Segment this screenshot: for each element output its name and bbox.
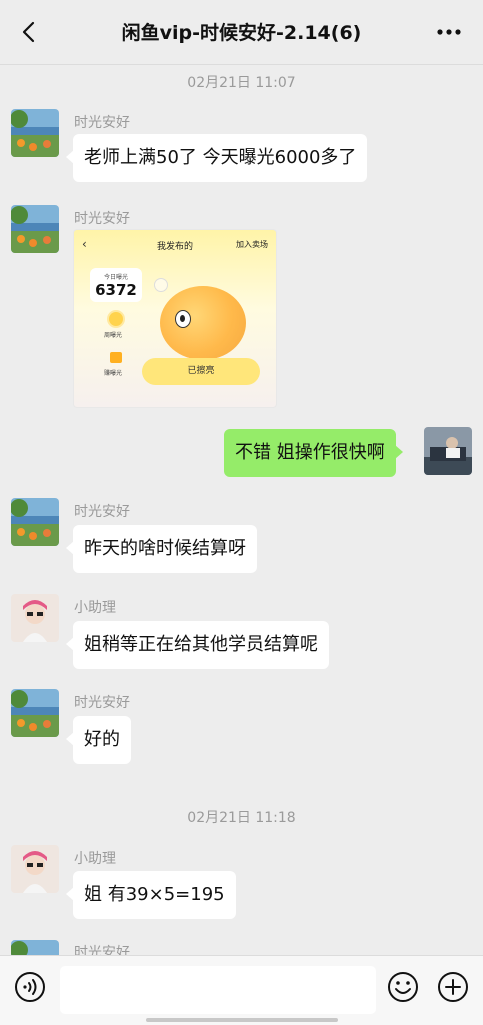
sender-name: 小助理 — [74, 851, 116, 867]
sender-name: 小助理 — [74, 600, 116, 616]
shot-card-value: 6372 — [95, 281, 137, 299]
message-bubble[interactable]: 昨天的啥时候结算呀 — [66, 525, 257, 573]
shot-coin-label: 周曝光 — [104, 332, 123, 339]
sender-name: 时光安好 — [74, 211, 130, 227]
sender-name: 时光安好 — [74, 115, 130, 131]
sender-name: 时光安好 — [74, 504, 130, 520]
gift-icon — [110, 352, 122, 363]
bubble-icon — [154, 278, 168, 292]
shot-join-label: 加入卖场 — [236, 240, 268, 249]
avatar-shiguang[interactable] — [11, 689, 59, 737]
avatar-image — [11, 205, 59, 253]
avatar-image — [424, 427, 472, 475]
shot-exposure-card: 今日曝光 6372 — [90, 268, 142, 302]
shot-card-label: 今日曝光 — [103, 274, 128, 281]
fish-eye-icon — [175, 310, 191, 328]
avatar-image — [11, 689, 59, 737]
message-bubble[interactable]: 老师上满50了 今天曝光6000多了 — [65, 134, 368, 182]
shared-image-message[interactable]: ‹ 我发布的 加入卖场 今日曝光 6372 周曝光 赚曝光 已擦亮 — [73, 229, 277, 408]
avatar-shiguang[interactable] — [11, 205, 59, 253]
voice-icon[interactable] — [14, 971, 46, 1003]
sender-name: 时光安好 — [74, 695, 130, 711]
avatar-shiguang[interactable] — [11, 109, 59, 157]
coin-icon — [109, 312, 123, 326]
avatar-assistant[interactable] — [11, 845, 59, 893]
chat-header: 闲鱼vip-时候安好-2.14(6) — [0, 0, 483, 65]
emoji-icon[interactable] — [387, 971, 419, 1003]
avatar-self[interactable] — [424, 427, 472, 475]
input-bar — [0, 955, 483, 1025]
message-bubble[interactable]: 姐 有39×5=195 — [66, 871, 236, 919]
avatar-image — [11, 594, 59, 642]
timestamp: 02月21日 11:18 — [187, 810, 296, 826]
back-icon[interactable] — [18, 20, 42, 44]
message-input[interactable] — [60, 966, 376, 1014]
message-bubble[interactable]: 姐稍等正在给其他学员结算呢 — [66, 621, 329, 669]
shot-gift-label: 赚曝光 — [104, 370, 123, 377]
avatar-shiguang[interactable] — [11, 498, 59, 546]
avatar-image — [11, 109, 59, 157]
shot-polished-button: 已擦亮 — [142, 358, 260, 385]
chat-title: 闲鱼vip-时候安好-2.14(6) — [121, 22, 362, 44]
fish-mascot-icon — [160, 286, 246, 360]
avatar-image — [11, 498, 59, 546]
avatar-assistant[interactable] — [11, 594, 59, 642]
avatar-image — [11, 845, 59, 893]
message-bubble[interactable]: 好的 — [66, 716, 131, 764]
home-indicator — [146, 1018, 338, 1022]
timestamp: 02月21日 11:07 — [187, 75, 296, 91]
more-icon[interactable] — [435, 22, 463, 42]
message-bubble-self[interactable]: 不错 姐操作很快啊 — [224, 429, 403, 477]
plus-icon[interactable] — [437, 971, 469, 1003]
